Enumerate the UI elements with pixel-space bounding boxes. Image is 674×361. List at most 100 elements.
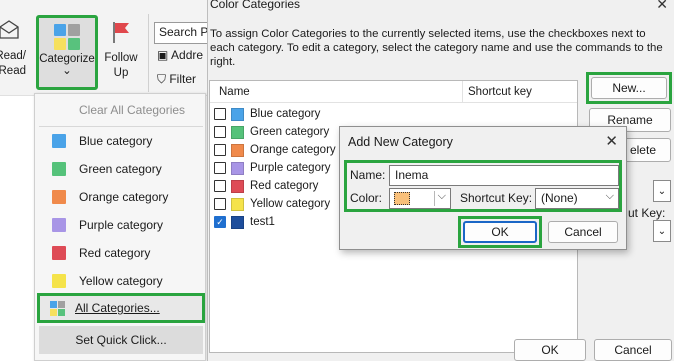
green-swatch-icon: [231, 125, 244, 139]
category-name: Purple category: [250, 162, 331, 174]
all-categories-icon: [50, 300, 65, 316]
list-item[interactable]: Green category: [214, 123, 329, 141]
ok-button-highlight: OK: [458, 216, 542, 248]
shortcut-key-value: (None): [541, 191, 578, 205]
category-checkbox-checked[interactable]: ✓: [214, 216, 226, 228]
list-item[interactable]: Blue category: [214, 105, 320, 123]
menu-item-label: Yellow category: [79, 274, 163, 288]
flag-icon: [113, 22, 129, 43]
chevron-down-icon: ⌵: [605, 190, 614, 202]
list-item[interactable]: Purple category: [214, 159, 331, 177]
menu-item-red-category[interactable]: Red category: [39, 240, 203, 266]
list-item[interactable]: Orange category: [214, 141, 336, 159]
category-checkbox[interactable]: [214, 108, 226, 120]
filter-email-button[interactable]: ⛉ Filter: [157, 72, 196, 87]
purple-swatch-icon: [52, 218, 66, 232]
category-name: test1: [250, 216, 275, 228]
shortcut-key-select[interactable]: (None) ⌵: [535, 188, 619, 209]
category-name: Green category: [250, 126, 330, 138]
address-book-button[interactable]: ▣ Addre: [157, 48, 203, 62]
dialog-title: Color Categories: [210, 0, 301, 11]
menu-item-yellow-category[interactable]: Yellow category: [39, 268, 203, 294]
orange-swatch-icon: [52, 190, 66, 204]
envelope-icon: [0, 20, 19, 39]
ok-button[interactable]: OK: [463, 221, 537, 243]
chevron-down-icon: ⌵: [437, 190, 446, 202]
search-people-input[interactable]: Search P: [154, 22, 214, 44]
color-picker[interactable]: ⌵: [389, 188, 451, 209]
list-item[interactable]: Yellow category: [214, 195, 330, 213]
category-checkbox[interactable]: [214, 126, 226, 138]
categorize-button[interactable]: Categorize ⌄: [36, 15, 98, 90]
yellow-swatch-icon: [52, 274, 66, 288]
menu-item-label: Blue category: [79, 134, 153, 148]
category-checkbox[interactable]: [214, 180, 226, 192]
new-button[interactable]: New...: [591, 77, 667, 99]
follow-up-button[interactable]: Follow Up: [100, 6, 142, 92]
set-quick-click-item[interactable]: Set Quick Click...: [39, 326, 203, 354]
blue-swatch-icon: [52, 134, 66, 148]
blue-swatch-icon: [231, 107, 244, 121]
clear-all-label: Clear All Categories: [79, 103, 186, 117]
category-name: Yellow category: [250, 198, 331, 210]
filter-label: Filter: [169, 72, 197, 86]
category-checkbox[interactable]: [214, 144, 226, 156]
dark-blue-swatch-icon: [231, 215, 244, 229]
new-button-highlight: New...: [586, 72, 672, 104]
filter-icon: ⛉: [157, 72, 170, 86]
read-unread-button[interactable]: Read/ Read: [0, 6, 26, 92]
close-icon[interactable]: ✕: [605, 132, 618, 150]
red-swatch-icon: [231, 179, 244, 193]
menu-item-blue-category[interactable]: Blue category: [39, 128, 203, 154]
shortcut-key-label: ut Key:: [628, 206, 666, 220]
dialog-instructions: To assign Color Categories to the curren…: [210, 28, 663, 68]
menu-item-label: Red category: [79, 246, 151, 260]
green-swatch-icon: [52, 162, 66, 176]
clear-all-categories-item[interactable]: Clear All Categories: [39, 97, 203, 123]
purple-swatch-icon: [231, 161, 244, 175]
column-header-name[interactable]: Name: [219, 86, 250, 98]
list-header: Name Shortcut key: [210, 81, 577, 103]
close-icon[interactable]: ✕: [656, 0, 668, 13]
all-categories-item[interactable]: All Categories...: [37, 293, 205, 323]
address-book-label: Addre: [171, 48, 204, 62]
color-label: Color:: [350, 191, 383, 205]
name-field[interactable]: Inema: [389, 165, 619, 186]
menu-divider: [39, 126, 203, 127]
category-checkbox[interactable]: [214, 162, 226, 174]
shortcut-key-select[interactable]: ⌄: [653, 220, 671, 242]
red-swatch-icon: [52, 246, 66, 260]
menu-item-label: Purple category: [79, 218, 164, 232]
name-label: Name:: [350, 168, 386, 182]
set-quick-click-label: Set Quick Click...: [75, 333, 167, 347]
fields-highlight: Name: Inema Color: ⌵ Shortcut Key: (None…: [344, 160, 622, 212]
menu-item-orange-category[interactable]: Orange category: [39, 184, 203, 210]
column-header-shortcut[interactable]: Shortcut key: [468, 86, 532, 98]
category-checkbox[interactable]: [214, 198, 226, 210]
cancel-button[interactable]: Cancel: [548, 221, 618, 243]
category-name: Blue category: [250, 108, 321, 120]
orange-swatch-icon: [231, 143, 244, 157]
menu-item-label: Orange category: [79, 190, 169, 204]
add-new-category-dialog: Add New Category ✕ Name: Inema Color: ⌵ …: [339, 126, 627, 250]
category-name: Red category: [250, 180, 319, 192]
menu-item-label: Green category: [79, 162, 162, 176]
menu-item-purple-category[interactable]: Purple category: [39, 212, 203, 238]
address-book-icon: ▣: [157, 48, 172, 62]
column-divider: [462, 81, 463, 103]
categorize-menu: Clear All Categories Blue category Green…: [34, 93, 206, 361]
outlook-ribbon: Read/ Read Categorize ⌄ Follow Up Search…: [0, 0, 214, 96]
menu-item-green-category[interactable]: Green category: [39, 156, 203, 182]
color-swatch-icon: [394, 192, 410, 205]
category-name: Orange category: [250, 144, 336, 156]
cancel-button[interactable]: Cancel: [594, 339, 672, 361]
list-item[interactable]: ✓ test1: [214, 213, 275, 231]
chevron-down-icon: ⌄: [62, 65, 72, 77]
all-categories-label: All Categories...: [75, 301, 160, 315]
dropdown-divider: [434, 191, 435, 206]
read-unread-label: Read/ Read: [0, 50, 26, 77]
ribbon-divider: [148, 14, 149, 92]
ok-button[interactable]: OK: [514, 339, 586, 361]
list-item[interactable]: Red category: [214, 177, 318, 195]
color-select[interactable]: ⌄: [653, 180, 671, 202]
